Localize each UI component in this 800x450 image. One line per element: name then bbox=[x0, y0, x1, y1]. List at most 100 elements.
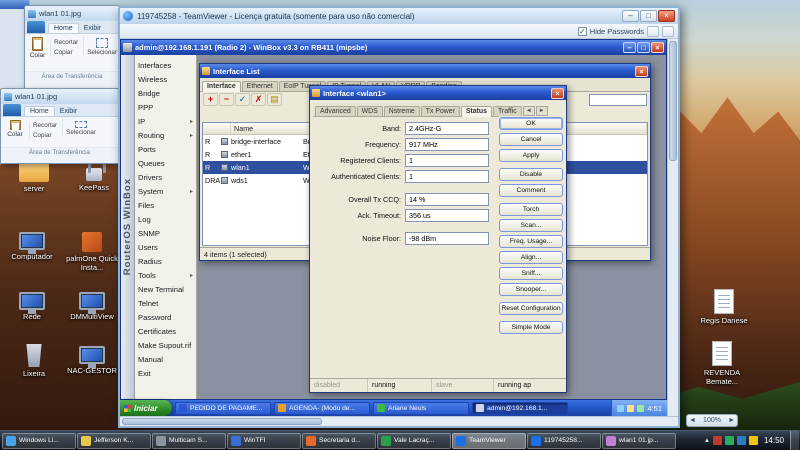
remote-task-agenda[interactable]: AGENDA- (Modo de... bbox=[274, 401, 370, 415]
remove-interface-button[interactable]: − bbox=[219, 93, 234, 106]
toolbar-pin-icon[interactable] bbox=[662, 25, 674, 37]
tab-wds[interactable]: WDS bbox=[356, 106, 383, 116]
remote-task-ariane[interactable]: Ariane Neuls bbox=[373, 401, 469, 415]
tray-icon[interactable] bbox=[724, 436, 734, 445]
sidebar-item-ppp[interactable]: PPP bbox=[135, 100, 196, 114]
zoom-control[interactable]: ◄ 100% ► bbox=[686, 414, 738, 427]
desktop-icon-dmmultiview[interactable]: DMMultiView bbox=[64, 288, 120, 321]
find-input[interactable] bbox=[589, 93, 647, 106]
close-button[interactable]: × bbox=[658, 10, 675, 22]
tray-icon[interactable] bbox=[627, 404, 635, 412]
desktop-icon-revenda[interactable]: REVENDA Bemate... bbox=[694, 340, 750, 387]
sidebar-item-telnet[interactable]: Telnet bbox=[135, 296, 196, 310]
tab-advanced[interactable]: Advanced bbox=[315, 106, 356, 116]
desktop-icon-lixeira[interactable]: Lixeira bbox=[6, 342, 62, 378]
tab-interface[interactable]: Interface bbox=[202, 81, 241, 92]
desktop-icon-rede[interactable]: Rede bbox=[4, 288, 60, 321]
paste-button[interactable]: Colar bbox=[3, 119, 27, 138]
sidebar-item-make-supout[interactable]: Make Supout.rif bbox=[135, 338, 196, 352]
tray-icon[interactable] bbox=[637, 404, 645, 412]
sidebar-item-wireless[interactable]: Wireless bbox=[135, 72, 196, 86]
file-menu-button[interactable] bbox=[27, 21, 45, 33]
scan-button[interactable]: Scan... bbox=[499, 219, 563, 232]
sidebar-item-certificates[interactable]: Certificates bbox=[135, 324, 196, 338]
vertical-scrollbar[interactable] bbox=[667, 39, 678, 416]
scrollbar-thumb[interactable] bbox=[669, 41, 677, 161]
host-task-jefferson[interactable]: Jefferson K... bbox=[77, 432, 151, 449]
tab-status[interactable]: Status bbox=[460, 106, 492, 117]
zoom-out-icon[interactable]: ◄ bbox=[689, 417, 696, 424]
sniff-button[interactable]: Sniff... bbox=[499, 267, 563, 280]
sidebar-item-exit[interactable]: Exit bbox=[135, 366, 196, 380]
hide-passwords-checkbox[interactable]: ✓ bbox=[577, 26, 587, 36]
horizontal-scrollbar[interactable] bbox=[120, 416, 678, 426]
tab-nstreme[interactable]: Nstreme bbox=[383, 106, 420, 116]
host-task-wintfi[interactable]: WinTFI bbox=[227, 432, 301, 449]
sidebar-item-manual[interactable]: Manual bbox=[135, 352, 196, 366]
sidebar-item-routing[interactable]: Routing ▸ bbox=[135, 128, 196, 142]
paste-button[interactable]: Colar bbox=[27, 36, 48, 59]
tray-expand-icon[interactable]: ▲ bbox=[704, 438, 710, 444]
enable-button[interactable]: ✓ bbox=[235, 93, 250, 106]
remote-task-winbox[interactable]: admin@192.168.1... bbox=[472, 401, 568, 415]
sidebar-item-radius[interactable]: Radius bbox=[135, 254, 196, 268]
select-button[interactable]: Selecionar bbox=[83, 36, 117, 56]
winbox-titlebar[interactable]: admin@192.168.1.191 (Radio 2) - WinBox v… bbox=[121, 40, 666, 55]
host-task-windows-live[interactable]: Windows Li... bbox=[2, 432, 76, 449]
sidebar-item-ports[interactable]: Ports bbox=[135, 142, 196, 156]
sidebar-item-files[interactable]: Files bbox=[135, 198, 196, 212]
align-button[interactable]: Align... bbox=[499, 251, 563, 264]
desktop-icon-palmone[interactable]: palmOne Quick Insta... bbox=[64, 228, 120, 273]
tab-ethernet[interactable]: Ethernet bbox=[241, 81, 278, 91]
desktop-icon-nacgestor[interactable]: NAC-GESTOR bbox=[64, 342, 120, 375]
disable-button[interactable]: ✗ bbox=[251, 93, 266, 106]
host-task-secretaria[interactable]: Secretaria d... bbox=[302, 432, 376, 449]
zoom-in-icon[interactable]: ► bbox=[728, 417, 735, 424]
tray-icon[interactable] bbox=[712, 436, 722, 445]
select-button[interactable]: Selecionar bbox=[62, 119, 96, 136]
show-desktop-button[interactable] bbox=[790, 430, 799, 450]
sidebar-item-ip[interactable]: IP ▸ bbox=[135, 114, 196, 128]
tab-scroll-right-icon[interactable]: ► bbox=[535, 106, 548, 116]
minimize-button[interactable]: – bbox=[622, 10, 639, 22]
sidebar-item-bridge[interactable]: Bridge bbox=[135, 86, 196, 100]
tab-scroll-left-icon[interactable]: ◄ bbox=[522, 106, 535, 116]
torch-button[interactable]: Torch bbox=[499, 203, 563, 216]
tray-icon[interactable] bbox=[748, 436, 758, 445]
simple-mode-button[interactable]: Simple Mode bbox=[499, 321, 563, 334]
host-task-multicam[interactable]: Multicam S... bbox=[152, 432, 226, 449]
ok-button[interactable]: OK bbox=[499, 117, 563, 130]
comment-button[interactable]: ▤ bbox=[267, 93, 282, 106]
host-task-vale[interactable]: Vale Lacraç... bbox=[377, 432, 451, 449]
sidebar-item-new-terminal[interactable]: New Terminal bbox=[135, 282, 196, 296]
sidebar-item-drivers[interactable]: Drivers bbox=[135, 170, 196, 184]
tray-icon[interactable] bbox=[736, 436, 746, 445]
copy-button[interactable]: Copiar bbox=[33, 132, 57, 139]
host-task-session[interactable]: 119745258... bbox=[527, 432, 601, 449]
desktop-icon-regis-danese[interactable]: Regis Danese bbox=[696, 288, 752, 325]
tab-traffic[interactable]: Traffic bbox=[492, 106, 522, 116]
cut-button[interactable]: Recortar bbox=[54, 39, 78, 46]
paint-titlebar[interactable]: wlan1 01.jpg bbox=[25, 6, 119, 21]
apply-button[interactable]: Apply bbox=[499, 149, 563, 162]
cut-button[interactable]: Recortar bbox=[33, 122, 57, 129]
tab-home[interactable]: Home bbox=[24, 106, 55, 116]
tab-exibir[interactable]: Exibir bbox=[79, 24, 107, 33]
minimize-button[interactable]: – bbox=[623, 42, 636, 53]
maximize-button[interactable]: □ bbox=[637, 42, 650, 53]
teamviewer-titlebar[interactable]: 119745258 - TeamViewer - Licença gratuit… bbox=[120, 8, 678, 24]
disable-button[interactable]: Disable bbox=[499, 168, 563, 181]
tab-tx-power[interactable]: Tx Power bbox=[420, 106, 460, 116]
add-interface-button[interactable]: + bbox=[203, 93, 218, 106]
sidebar-item-users[interactable]: Users bbox=[135, 240, 196, 254]
flags-column-header[interactable] bbox=[203, 123, 231, 134]
close-button[interactable]: × bbox=[651, 42, 664, 53]
sidebar-item-log[interactable]: Log bbox=[135, 212, 196, 226]
desktop-icon-computador[interactable]: Computador bbox=[4, 228, 60, 261]
toolbar-grid-icon[interactable] bbox=[647, 25, 659, 37]
host-task-teamviewer[interactable]: TeamViewer bbox=[452, 432, 526, 449]
sidebar-item-queues[interactable]: Queues bbox=[135, 156, 196, 170]
snooper-button[interactable]: Snooper... bbox=[499, 283, 563, 296]
paint-titlebar[interactable]: wlan1 01.jpg bbox=[1, 89, 118, 104]
file-menu-button[interactable] bbox=[3, 104, 21, 116]
